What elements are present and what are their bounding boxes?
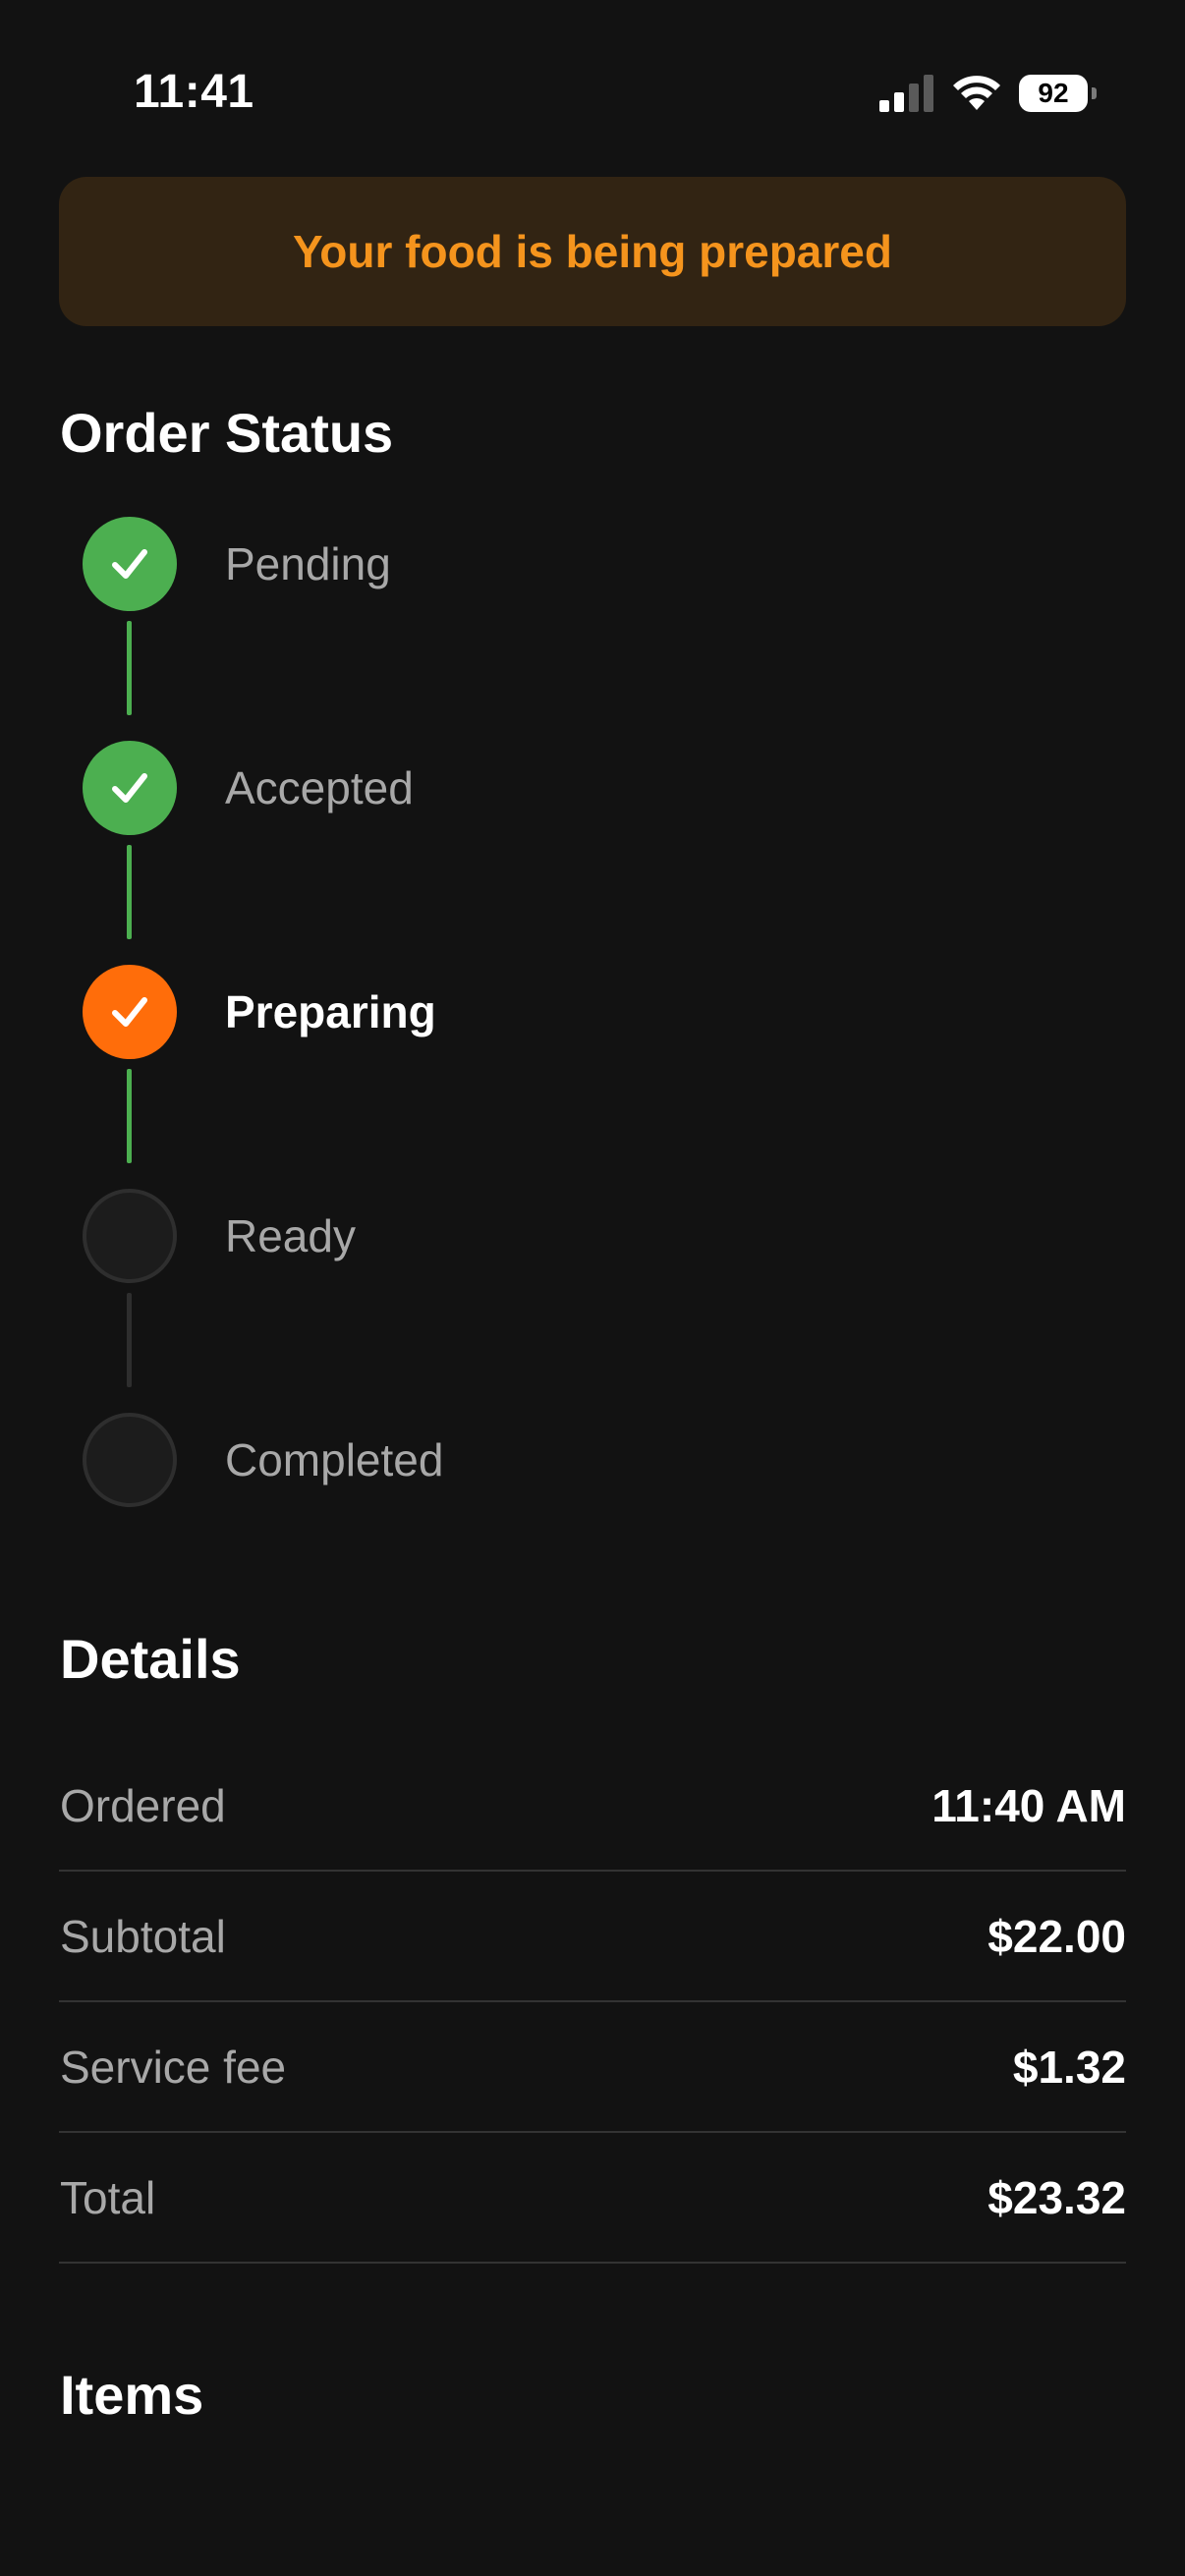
step-connector	[127, 621, 132, 715]
details-title: Details	[60, 1628, 241, 1690]
step-connector	[127, 1069, 132, 1163]
detail-row-subtotal: Subtotal $22.00	[59, 1873, 1126, 2002]
detail-value: $23.32	[988, 2172, 1126, 2223]
detail-label: Total	[60, 2172, 156, 2223]
step-label: Pending	[225, 538, 391, 589]
detail-row-total: Total $23.32	[59, 2134, 1126, 2264]
detail-row-ordered: Ordered 11:40 AM	[59, 1742, 1126, 1872]
check-circle-icon	[83, 965, 177, 1059]
step-connector	[127, 1293, 132, 1387]
step-label: Ready	[225, 1210, 356, 1261]
detail-value: $22.00	[988, 1911, 1126, 1962]
step-label: Preparing	[225, 986, 436, 1037]
detail-label: Service fee	[60, 2042, 287, 2093]
status-bar: 11:41 92	[0, 0, 1185, 167]
items-title: Items	[60, 2364, 204, 2426]
check-circle-icon	[83, 741, 177, 835]
battery-indicator: 92	[1019, 75, 1088, 112]
wifi-icon	[953, 76, 1000, 110]
step-ready: Ready	[83, 1189, 1065, 1283]
detail-value: $1.32	[1012, 2042, 1126, 2093]
banner-text: Your food is being prepared	[293, 226, 892, 277]
empty-circle-icon	[83, 1189, 177, 1283]
cellular-signal-icon	[879, 75, 933, 112]
step-label: Completed	[225, 1434, 444, 1485]
status-time: 11:41	[134, 66, 254, 118]
step-label: Accepted	[225, 762, 414, 813]
detail-label: Subtotal	[60, 1911, 226, 1962]
step-completed: Completed	[83, 1413, 1065, 1507]
step-accepted: Accepted	[83, 741, 1065, 835]
status-banner: Your food is being prepared	[59, 177, 1126, 326]
detail-row-service-fee: Service fee $1.32	[59, 2003, 1126, 2133]
battery-tip-icon	[1092, 87, 1097, 99]
detail-value: 11:40 AM	[931, 1780, 1126, 1831]
step-preparing: Preparing	[83, 965, 1065, 1059]
check-circle-icon	[83, 517, 177, 611]
step-pending: Pending	[83, 517, 1065, 611]
empty-circle-icon	[83, 1413, 177, 1507]
order-status-title: Order Status	[60, 402, 394, 464]
step-connector	[127, 845, 132, 939]
status-indicators: 92	[879, 75, 1097, 112]
detail-label: Ordered	[60, 1780, 226, 1831]
